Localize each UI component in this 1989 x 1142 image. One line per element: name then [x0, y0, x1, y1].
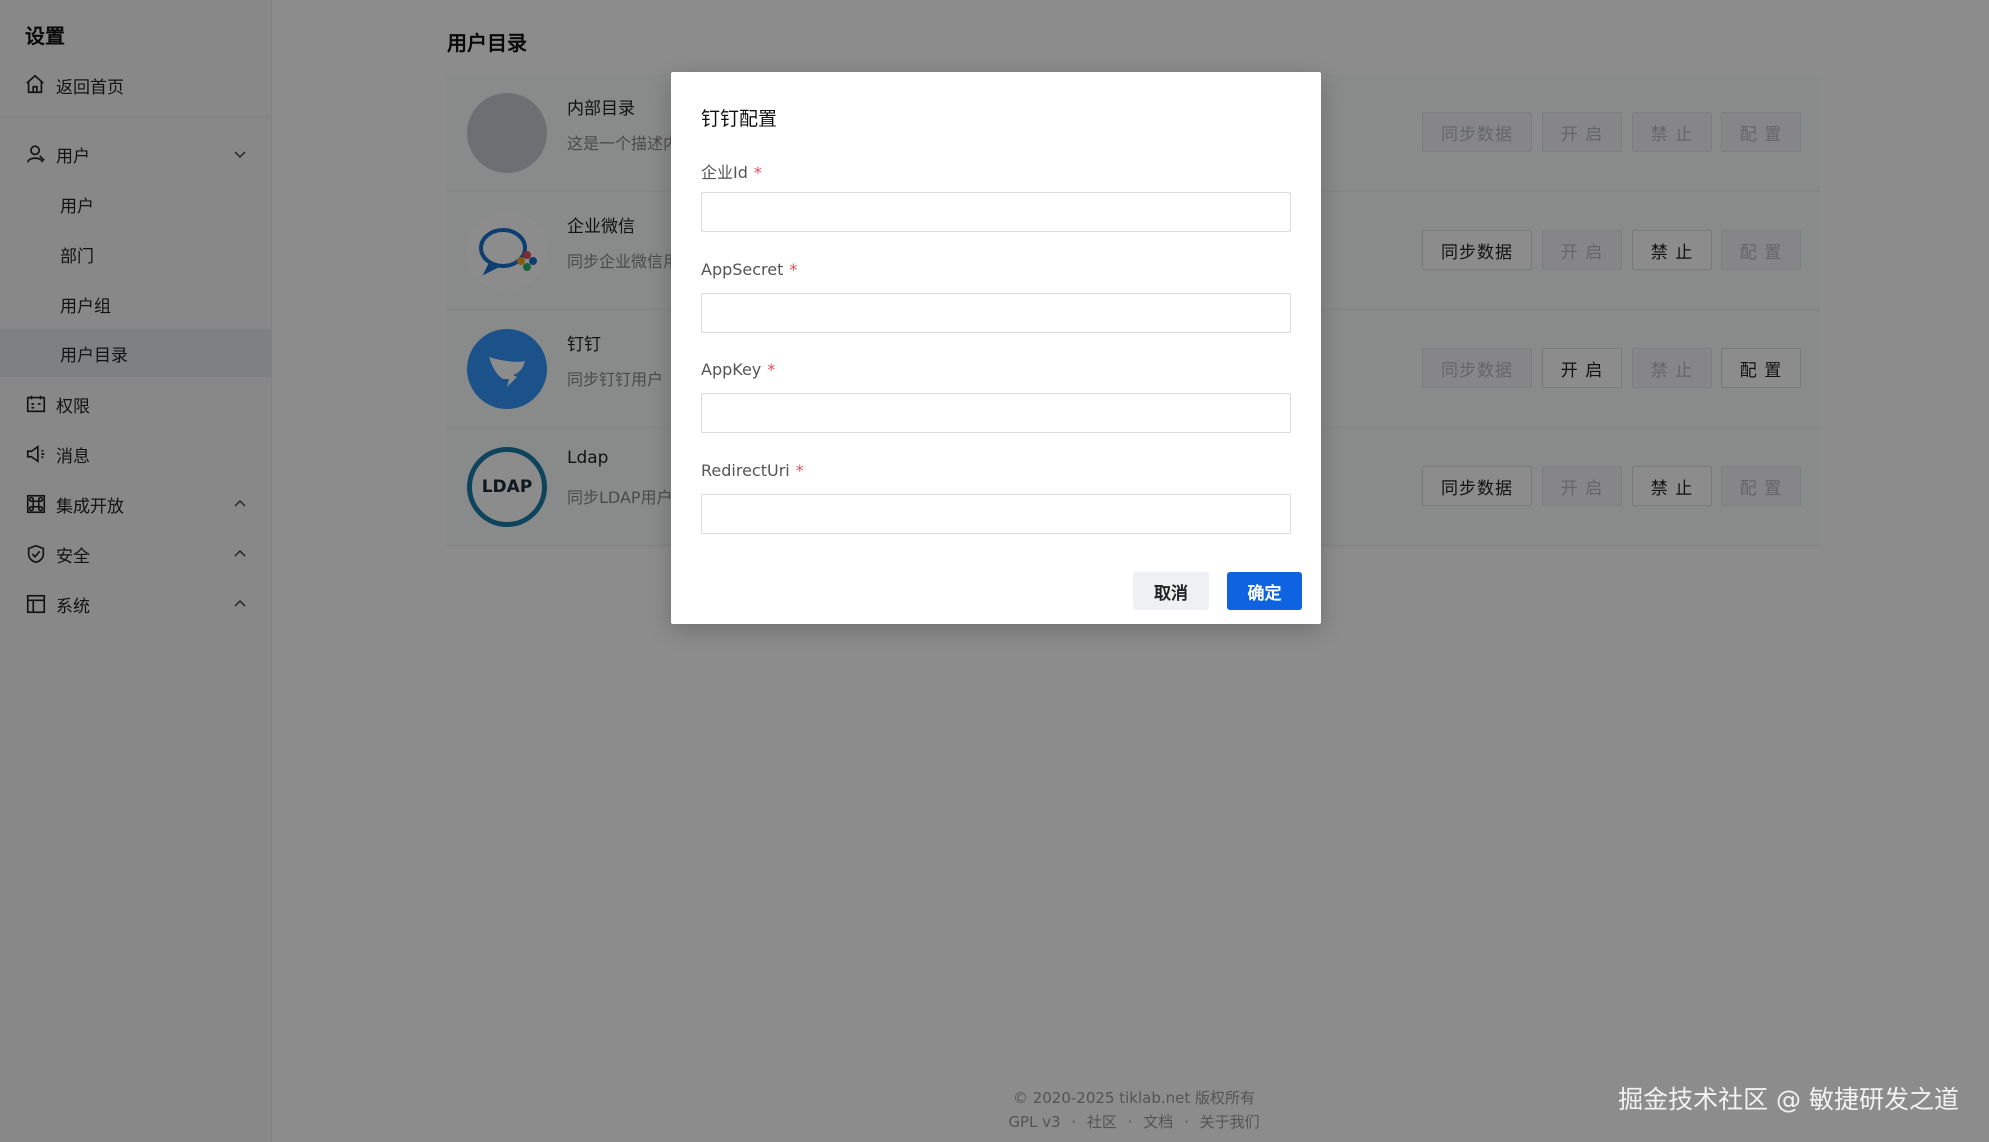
app-secret-input[interactable]	[701, 293, 1291, 333]
required-mark: *	[767, 360, 776, 379]
cancel-button[interactable]: 取消	[1133, 572, 1209, 610]
required-mark: *	[753, 163, 762, 182]
modal-title: 钉钉配置	[701, 108, 778, 130]
watermark: 掘金技术社区 @ 敏捷研发之道	[1618, 1085, 1959, 1114]
confirm-button[interactable]: 确定	[1227, 572, 1302, 610]
corp-id-input[interactable]	[701, 192, 1291, 232]
required-mark: *	[789, 260, 798, 279]
field-label-app-secret: AppSecret *	[701, 260, 798, 279]
dingtalk-config-modal: 钉钉配置 企业Id * AppSecret * AppKey * RedirectUr…	[671, 72, 1321, 624]
field-label-corp-id: 企业Id *	[701, 163, 762, 182]
required-mark: *	[795, 461, 804, 480]
app-key-input[interactable]	[701, 393, 1291, 433]
field-label-app-key: AppKey *	[701, 360, 776, 379]
field-label-redirect-uri: RedirectUri *	[701, 461, 804, 480]
redirect-uri-input[interactable]	[701, 494, 1291, 534]
